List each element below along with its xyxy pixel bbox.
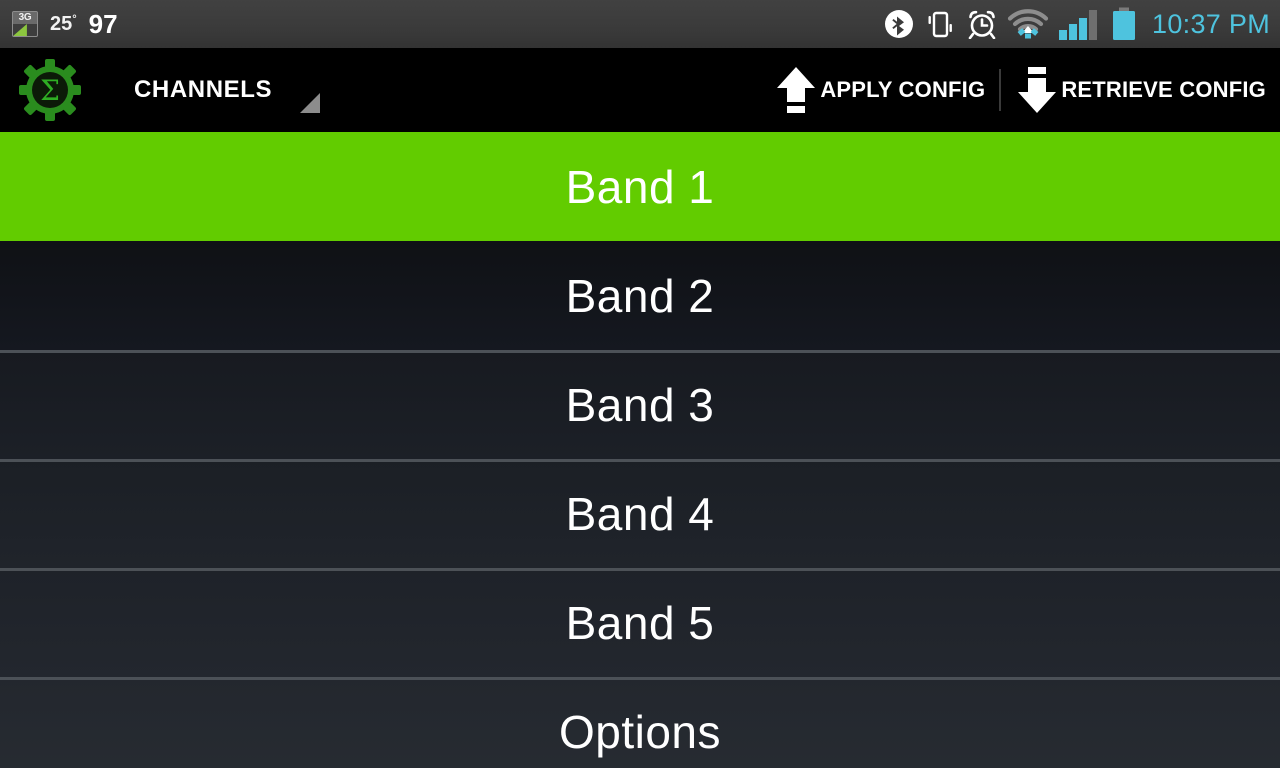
list-item-band-1[interactable]: Band 1 — [0, 132, 1280, 241]
status-bar-clock: 10:37 PM — [1152, 8, 1270, 39]
wifi-icon — [1007, 9, 1049, 39]
vibrate-icon — [928, 11, 952, 38]
alarm-clock-icon — [968, 10, 996, 39]
degree-symbol: ° — [72, 12, 77, 25]
status-bar: 3G 25° 97 10:37 PM — [0, 0, 1280, 48]
download-arrow-icon — [1018, 67, 1057, 113]
list-item-label: Band 2 — [565, 269, 715, 322]
cellular-signal-icon — [1059, 10, 1098, 40]
list-item-label: Band 4 — [565, 487, 715, 540]
svg-text:Σ: Σ — [40, 74, 60, 107]
3g-icon-label: 3G — [13, 12, 37, 24]
status-bar-right: 10:37 PM — [884, 7, 1270, 41]
temperature-readout: 25° — [50, 13, 77, 36]
3g-icon-signal — [13, 24, 37, 36]
list-item-label: Options — [558, 705, 722, 758]
list-item-label: Band 5 — [565, 596, 715, 649]
list-item-label: Band 1 — [565, 160, 715, 213]
list-item-band-4[interactable]: Band 4 — [0, 459, 1280, 568]
list-item-label: Band 3 — [565, 378, 715, 431]
bluetooth-icon — [885, 10, 914, 38]
list-item-options[interactable]: Options — [0, 677, 1280, 768]
list-item-band-2[interactable]: Band 2 — [0, 241, 1280, 350]
retrieve-config-button[interactable]: RETRIEVE CONFIG — [1001, 48, 1280, 132]
app-root: 3G 25° 97 10:37 PM Σ CHANNELS APPLY CONF… — [0, 0, 1280, 768]
battery-percent-readout: 97 — [88, 8, 118, 39]
list-item-band-3[interactable]: Band 3 — [0, 350, 1280, 459]
list-item-band-5[interactable]: Band 5 — [0, 568, 1280, 677]
page-title: CHANNELS — [134, 76, 273, 103]
apply-config-button[interactable]: APPLY CONFIG — [760, 48, 999, 132]
action-bar: Σ CHANNELS APPLY CONFIG RETRIEVE CONFIG — [0, 48, 1280, 132]
dropdown-spinner-triangle-icon[interactable] — [300, 93, 321, 113]
temperature-value: 25 — [50, 12, 73, 35]
apply-config-label: APPLY CONFIG — [820, 77, 986, 102]
upload-arrow-icon — [777, 67, 816, 113]
app-logo-gear-sigma-icon: Σ — [19, 59, 81, 121]
3g-icon: 3G — [12, 11, 38, 37]
battery-icon — [1113, 7, 1136, 40]
action-bar-actions: APPLY CONFIG RETRIEVE CONFIG — [760, 48, 1280, 132]
retrieve-config-label: RETRIEVE CONFIG — [1061, 77, 1266, 102]
app-logo-button[interactable]: Σ — [0, 59, 100, 121]
status-bar-left: 3G 25° 97 — [12, 9, 118, 40]
channel-list: Band 1 Band 2 Band 3 Band 4 Band 5 Optio… — [0, 132, 1280, 768]
